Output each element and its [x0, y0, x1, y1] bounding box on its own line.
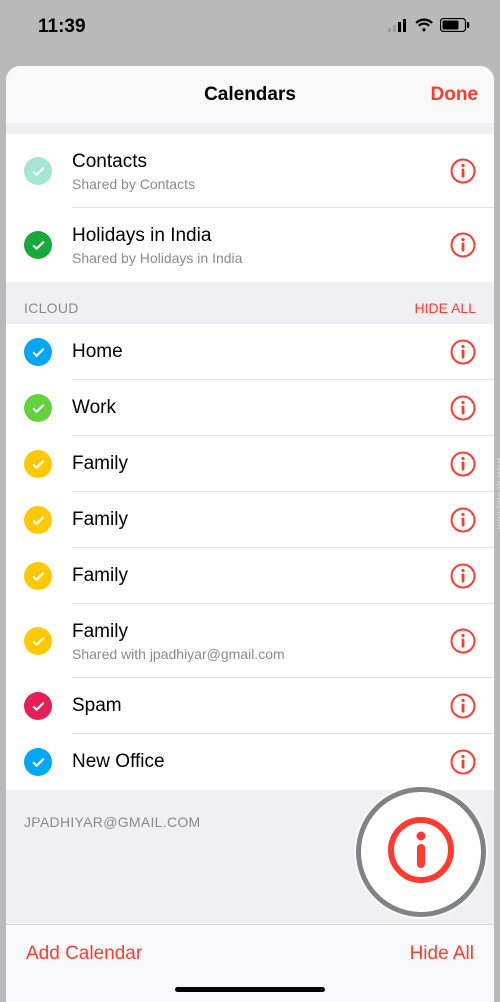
- nav-bar: Calendars Done: [6, 66, 494, 124]
- calendar-title: Holidays in India: [72, 224, 450, 248]
- cellular-icon: [388, 16, 408, 38]
- checkmark-icon[interactable]: [24, 692, 52, 720]
- info-button[interactable]: [450, 395, 476, 421]
- checkmark-icon[interactable]: [24, 627, 52, 655]
- calendar-title: Family: [72, 564, 450, 588]
- battery-icon: [440, 16, 470, 38]
- checkmark-icon[interactable]: [24, 748, 52, 776]
- info-button[interactable]: [450, 232, 476, 258]
- calendar-title: Contacts: [72, 150, 450, 174]
- calendar-row[interactable]: New Office: [6, 734, 494, 790]
- checkmark-icon[interactable]: [24, 157, 52, 185]
- calendar-row[interactable]: Work: [6, 380, 494, 436]
- watermark: www.deuaq.com: [496, 457, 500, 530]
- status-indicators: [388, 16, 470, 38]
- calendar-row[interactable]: Family: [6, 492, 494, 548]
- info-button[interactable]: [450, 628, 476, 654]
- info-button[interactable]: [450, 749, 476, 775]
- calendar-row[interactable]: Family: [6, 436, 494, 492]
- row-text: Work: [72, 396, 450, 420]
- info-button[interactable]: [450, 339, 476, 365]
- wifi-icon: [414, 16, 434, 38]
- calendar-title: Spam: [72, 694, 450, 718]
- row-text: Family: [72, 452, 450, 476]
- checkmark-icon[interactable]: [24, 338, 52, 366]
- info-button[interactable]: [450, 158, 476, 184]
- calendar-title: Family: [72, 508, 450, 532]
- row-text: Family Shared with jpadhiyar@gmail.com: [72, 620, 450, 662]
- row-text: Holidays in India Shared by Holidays in …: [72, 224, 450, 266]
- calendar-title: New Office: [72, 750, 450, 774]
- checkmark-icon[interactable]: [24, 506, 52, 534]
- calendar-row[interactable]: Holidays in India Shared by Holidays in …: [6, 208, 494, 282]
- calendar-subtitle: Shared with jpadhiyar@gmail.com: [72, 646, 450, 662]
- done-button[interactable]: Done: [431, 84, 479, 106]
- calendar-title: Family: [72, 620, 450, 644]
- info-button[interactable]: [450, 507, 476, 533]
- info-button[interactable]: [450, 693, 476, 719]
- add-calendar-button[interactable]: Add Calendar: [26, 943, 142, 965]
- calendar-row[interactable]: Contacts Shared by Contacts: [6, 134, 494, 208]
- checkmark-icon[interactable]: [24, 394, 52, 422]
- info-button[interactable]: [450, 563, 476, 589]
- calendar-title: Home: [72, 340, 450, 364]
- calendar-subtitle: Shared by Holidays in India: [72, 250, 450, 266]
- status-bar: 11:39: [0, 0, 500, 54]
- nav-title: Calendars: [204, 84, 296, 106]
- shared-group: Contacts Shared by Contacts Holidays in …: [6, 134, 494, 282]
- icloud-header: ICLOUD HIDE ALL: [6, 282, 494, 324]
- home-indicator: [175, 987, 325, 992]
- row-text: Home: [72, 340, 450, 364]
- icloud-group: Home Work Family Family Family Family Shared w…: [6, 324, 494, 790]
- info-callout: [356, 787, 486, 917]
- hide-all-button[interactable]: HIDE ALL: [415, 300, 476, 316]
- checkmark-icon[interactable]: [24, 562, 52, 590]
- checkmark-icon[interactable]: [24, 450, 52, 478]
- calendar-subtitle: Shared by Contacts: [72, 176, 450, 192]
- calendar-title: Family: [72, 452, 450, 476]
- section-label: JPADHIYAR@GMAIL.COM: [24, 814, 201, 830]
- info-icon: [385, 814, 457, 891]
- row-text: Family: [72, 564, 450, 588]
- row-text: Spam: [72, 694, 450, 718]
- calendar-row[interactable]: Home: [6, 324, 494, 380]
- calendar-title: Work: [72, 396, 450, 420]
- status-time: 11:39: [38, 16, 86, 38]
- section-label: ICLOUD: [24, 300, 79, 316]
- hide-all-global-button[interactable]: Hide All: [410, 943, 474, 965]
- checkmark-icon[interactable]: [24, 231, 52, 259]
- calendar-row[interactable]: Spam: [6, 678, 494, 734]
- row-text: Family: [72, 508, 450, 532]
- row-text: New Office: [72, 750, 450, 774]
- calendar-row[interactable]: Family Shared with jpadhiyar@gmail.com: [6, 604, 494, 678]
- info-button[interactable]: [450, 451, 476, 477]
- calendar-row[interactable]: Family: [6, 548, 494, 604]
- row-text: Contacts Shared by Contacts: [72, 150, 450, 192]
